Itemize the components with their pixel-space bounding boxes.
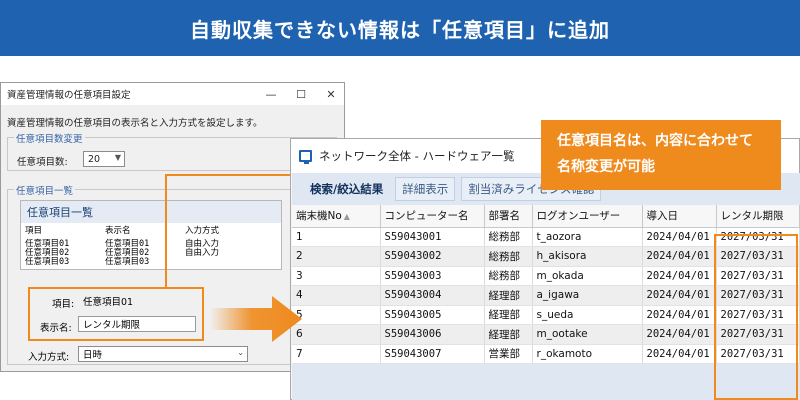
table-cell: S59043006 <box>380 324 485 345</box>
table-cell: m_okada <box>532 266 643 286</box>
header-display-name: 表示名 <box>105 226 131 236</box>
table-cell: m_ootake <box>532 324 643 345</box>
table-cell: 3 <box>292 266 381 286</box>
header-input-method: 入力方式 <box>185 226 220 236</box>
details-button[interactable]: 詳細表示 <box>395 177 456 201</box>
table-cell: 4 <box>292 285 381 306</box>
table-cell: 7 <box>292 344 381 364</box>
table-cell: S59043004 <box>380 285 485 306</box>
table-cell: h_akisora <box>532 246 643 267</box>
cell: 任意項目03 <box>25 257 70 267</box>
table-cell: 経理部 <box>484 324 533 345</box>
highlight-box-fields <box>28 287 204 341</box>
callout-note: 任意項目名は、内容に合わせて 名称変更が可能 <box>541 120 781 190</box>
chevron-down-icon: ▼ <box>114 153 121 162</box>
table-cell: 総務部 <box>484 227 533 247</box>
table-cell: S59043002 <box>380 246 485 267</box>
callout-line-1: 任意項目名は、内容に合わせて <box>557 133 753 149</box>
table-cell: 総務部 <box>484 266 533 286</box>
table-cell: 6 <box>292 324 381 345</box>
cell: 自由入力 <box>185 248 220 258</box>
connector-line <box>165 174 167 287</box>
table-header-row: 項目 表示名 入力方式 <box>25 227 265 236</box>
table-cell: 営業部 <box>484 344 533 364</box>
column-header-install-date[interactable]: 導入日 <box>642 205 717 228</box>
list-group-label: 任意項目一覧 <box>14 183 76 197</box>
table-cell: S59043003 <box>380 266 485 286</box>
table-cell: 2024/04/01 <box>642 305 717 325</box>
table-cell: 2 <box>292 246 381 267</box>
custom-fields-table: 項目 表示名 入力方式 任意項目01 任意項目01 自由入力 任意項目02 任意… <box>25 227 265 267</box>
table-cell: t_aozora <box>532 227 643 247</box>
count-label: 任意項目数: <box>17 157 68 168</box>
count-group-label: 任意項目数変更 <box>14 131 85 145</box>
table-cell: S59043007 <box>380 344 485 364</box>
highlight-box-rental-column <box>714 234 798 400</box>
count-select[interactable]: 20 ▼ <box>83 151 125 167</box>
tab-search-results[interactable]: 検索/絞込結果 <box>304 178 389 200</box>
close-button[interactable]: ✕ <box>317 83 345 105</box>
column-header-rental-expiry[interactable]: レンタル期限 <box>716 205 800 228</box>
table-row[interactable]: 任意項目03 任意項目03 <box>25 258 265 267</box>
header-item: 項目 <box>25 226 43 236</box>
table-cell: s_ueda <box>532 305 643 325</box>
column-header-department[interactable]: 部署名 <box>484 205 533 228</box>
table-cell: r_okamoto <box>532 344 643 364</box>
table-cell: 2024/04/01 <box>642 227 717 247</box>
maximize-button[interactable]: ☐ <box>287 83 315 105</box>
custom-fields-panel: 任意項目一覧 項目 表示名 入力方式 任意項目01 任意項目01 自由入力 任意… <box>20 200 282 270</box>
sort-up-icon: ▲ <box>343 212 350 222</box>
table-cell: 総務部 <box>484 246 533 267</box>
table-cell: 2024/04/01 <box>642 324 717 345</box>
table-cell: 2024/04/01 <box>642 266 717 286</box>
table-cell: 経理部 <box>484 305 533 325</box>
arrow-right-icon <box>210 296 302 342</box>
panel-title: 任意項目一覧 <box>21 201 281 223</box>
table-cell: 5 <box>292 305 381 325</box>
column-label: 端末機No <box>296 210 342 223</box>
column-header-logon-user[interactable]: ログオンユーザー <box>532 205 643 228</box>
monitor-icon <box>299 150 312 164</box>
count-value: 20 <box>88 153 101 165</box>
table-cell: 2024/04/01 <box>642 285 717 306</box>
table-cell: 経理部 <box>484 285 533 306</box>
table-header-row: 端末機No ▲ コンピューター名 部署名 ログオンユーザー 導入日 レンタル期限 <box>292 205 800 228</box>
cell: 任意項目03 <box>105 257 150 267</box>
input-method-label: 入力方式: <box>28 352 70 363</box>
input-method-select[interactable]: 日時 ⌄ <box>78 346 248 362</box>
input-method-value: 日時 <box>83 350 103 361</box>
callout-line-2: 名称変更が可能 <box>557 159 655 175</box>
column-header-terminal-no[interactable]: 端末機No ▲ <box>292 205 381 228</box>
table-cell: S59043001 <box>380 227 485 247</box>
table-cell: 2024/04/01 <box>642 246 717 267</box>
table-cell: 2024/04/01 <box>642 344 717 364</box>
dialog-description: 資産管理情報の任意項目の表示名と入力方式を設定します。 <box>7 118 263 129</box>
table-cell: S59043005 <box>380 305 485 325</box>
table-cell: a_igawa <box>532 285 643 306</box>
page-banner: 自動収集できない情報は「任意項目」に追加 <box>0 0 800 56</box>
column-header-computer-name[interactable]: コンピューター名 <box>380 205 485 228</box>
chevron-down-icon: ⌄ <box>237 348 244 357</box>
cell <box>185 258 265 267</box>
table-cell: 1 <box>292 227 381 247</box>
minimize-button[interactable]: — <box>257 83 285 105</box>
